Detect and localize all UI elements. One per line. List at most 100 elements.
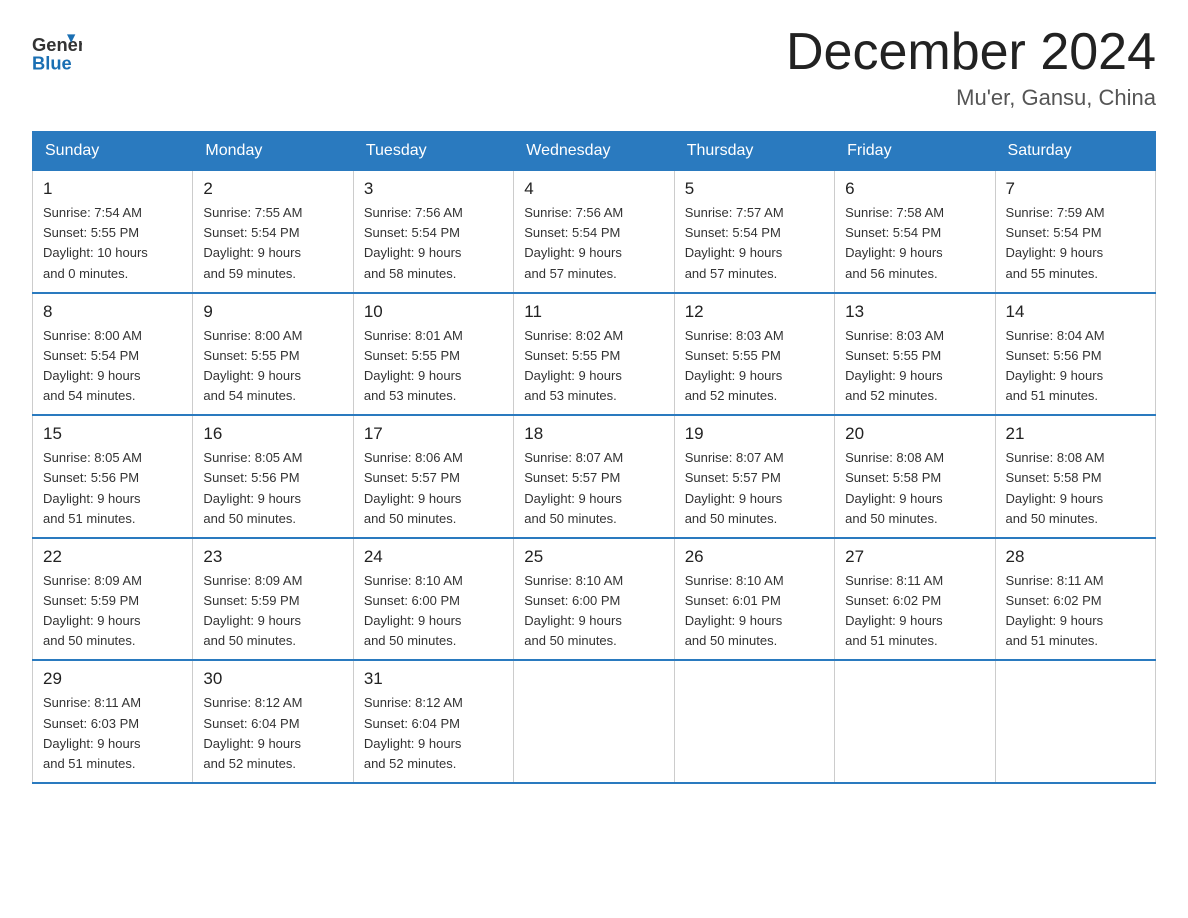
day-number: 3 xyxy=(364,179,503,199)
day-info: Sunrise: 8:01 AMSunset: 5:55 PMDaylight:… xyxy=(364,328,463,403)
table-row: 5 Sunrise: 7:57 AMSunset: 5:54 PMDayligh… xyxy=(674,171,834,293)
day-number: 22 xyxy=(43,547,182,567)
day-number: 7 xyxy=(1006,179,1145,199)
day-info: Sunrise: 8:08 AMSunset: 5:58 PMDaylight:… xyxy=(845,450,944,525)
day-info: Sunrise: 8:05 AMSunset: 5:56 PMDaylight:… xyxy=(203,450,302,525)
day-number: 14 xyxy=(1006,302,1145,322)
day-info: Sunrise: 7:59 AMSunset: 5:54 PMDaylight:… xyxy=(1006,205,1105,280)
day-number: 21 xyxy=(1006,424,1145,444)
day-number: 24 xyxy=(364,547,503,567)
table-row: 26 Sunrise: 8:10 AMSunset: 6:01 PMDaylig… xyxy=(674,538,834,661)
day-number: 4 xyxy=(524,179,663,199)
day-number: 13 xyxy=(845,302,984,322)
day-number: 31 xyxy=(364,669,503,689)
table-row: 2 Sunrise: 7:55 AMSunset: 5:54 PMDayligh… xyxy=(193,171,353,293)
day-info: Sunrise: 7:54 AMSunset: 5:55 PMDaylight:… xyxy=(43,205,148,280)
day-info: Sunrise: 8:10 AMSunset: 6:01 PMDaylight:… xyxy=(685,573,784,648)
calendar-header-row: Sunday Monday Tuesday Wednesday Thursday… xyxy=(33,132,1156,171)
day-info: Sunrise: 8:03 AMSunset: 5:55 PMDaylight:… xyxy=(845,328,944,403)
header-tuesday: Tuesday xyxy=(353,132,513,171)
day-info: Sunrise: 7:56 AMSunset: 5:54 PMDaylight:… xyxy=(524,205,623,280)
calendar-week-row: 8 Sunrise: 8:00 AMSunset: 5:54 PMDayligh… xyxy=(33,293,1156,416)
title-section: December 2024 Mu'er, Gansu, China xyxy=(786,24,1156,111)
day-number: 23 xyxy=(203,547,342,567)
day-info: Sunrise: 8:03 AMSunset: 5:55 PMDaylight:… xyxy=(685,328,784,403)
day-number: 16 xyxy=(203,424,342,444)
day-info: Sunrise: 8:11 AMSunset: 6:02 PMDaylight:… xyxy=(1006,573,1104,648)
table-row xyxy=(674,660,834,783)
calendar-week-row: 29 Sunrise: 8:11 AMSunset: 6:03 PMDaylig… xyxy=(33,660,1156,783)
day-info: Sunrise: 8:07 AMSunset: 5:57 PMDaylight:… xyxy=(524,450,623,525)
day-number: 18 xyxy=(524,424,663,444)
day-number: 25 xyxy=(524,547,663,567)
day-number: 12 xyxy=(685,302,824,322)
day-info: Sunrise: 8:05 AMSunset: 5:56 PMDaylight:… xyxy=(43,450,142,525)
table-row: 7 Sunrise: 7:59 AMSunset: 5:54 PMDayligh… xyxy=(995,171,1155,293)
day-info: Sunrise: 8:00 AMSunset: 5:55 PMDaylight:… xyxy=(203,328,302,403)
table-row: 11 Sunrise: 8:02 AMSunset: 5:55 PMDaylig… xyxy=(514,293,674,416)
calendar-table: Sunday Monday Tuesday Wednesday Thursday… xyxy=(32,131,1156,784)
day-number: 28 xyxy=(1006,547,1145,567)
day-info: Sunrise: 8:09 AMSunset: 5:59 PMDaylight:… xyxy=(43,573,142,648)
table-row: 18 Sunrise: 8:07 AMSunset: 5:57 PMDaylig… xyxy=(514,415,674,538)
table-row: 12 Sunrise: 8:03 AMSunset: 5:55 PMDaylig… xyxy=(674,293,834,416)
table-row: 28 Sunrise: 8:11 AMSunset: 6:02 PMDaylig… xyxy=(995,538,1155,661)
header-thursday: Thursday xyxy=(674,132,834,171)
header-monday: Monday xyxy=(193,132,353,171)
page-header: General Blue December 2024 Mu'er, Gansu,… xyxy=(32,24,1156,111)
table-row: 31 Sunrise: 8:12 AMSunset: 6:04 PMDaylig… xyxy=(353,660,513,783)
day-info: Sunrise: 7:58 AMSunset: 5:54 PMDaylight:… xyxy=(845,205,944,280)
day-number: 11 xyxy=(524,302,663,322)
day-info: Sunrise: 7:57 AMSunset: 5:54 PMDaylight:… xyxy=(685,205,784,280)
day-number: 9 xyxy=(203,302,342,322)
day-number: 26 xyxy=(685,547,824,567)
table-row: 16 Sunrise: 8:05 AMSunset: 5:56 PMDaylig… xyxy=(193,415,353,538)
day-info: Sunrise: 8:00 AMSunset: 5:54 PMDaylight:… xyxy=(43,328,142,403)
table-row: 30 Sunrise: 8:12 AMSunset: 6:04 PMDaylig… xyxy=(193,660,353,783)
day-info: Sunrise: 8:09 AMSunset: 5:59 PMDaylight:… xyxy=(203,573,302,648)
day-info: Sunrise: 8:12 AMSunset: 6:04 PMDaylight:… xyxy=(364,695,463,770)
day-number: 6 xyxy=(845,179,984,199)
table-row: 6 Sunrise: 7:58 AMSunset: 5:54 PMDayligh… xyxy=(835,171,995,293)
day-info: Sunrise: 8:11 AMSunset: 6:02 PMDaylight:… xyxy=(845,573,943,648)
day-info: Sunrise: 8:07 AMSunset: 5:57 PMDaylight:… xyxy=(685,450,784,525)
day-info: Sunrise: 8:10 AMSunset: 6:00 PMDaylight:… xyxy=(364,573,463,648)
header-wednesday: Wednesday xyxy=(514,132,674,171)
day-number: 8 xyxy=(43,302,182,322)
table-row: 9 Sunrise: 8:00 AMSunset: 5:55 PMDayligh… xyxy=(193,293,353,416)
day-number: 19 xyxy=(685,424,824,444)
day-info: Sunrise: 8:10 AMSunset: 6:00 PMDaylight:… xyxy=(524,573,623,648)
table-row: 20 Sunrise: 8:08 AMSunset: 5:58 PMDaylig… xyxy=(835,415,995,538)
table-row: 23 Sunrise: 8:09 AMSunset: 5:59 PMDaylig… xyxy=(193,538,353,661)
table-row xyxy=(995,660,1155,783)
svg-text:Blue: Blue xyxy=(32,52,72,73)
day-info: Sunrise: 7:55 AMSunset: 5:54 PMDaylight:… xyxy=(203,205,302,280)
table-row xyxy=(514,660,674,783)
table-row: 17 Sunrise: 8:06 AMSunset: 5:57 PMDaylig… xyxy=(353,415,513,538)
header-friday: Friday xyxy=(835,132,995,171)
table-row: 14 Sunrise: 8:04 AMSunset: 5:56 PMDaylig… xyxy=(995,293,1155,416)
day-info: Sunrise: 7:56 AMSunset: 5:54 PMDaylight:… xyxy=(364,205,463,280)
calendar-week-row: 15 Sunrise: 8:05 AMSunset: 5:56 PMDaylig… xyxy=(33,415,1156,538)
table-row xyxy=(835,660,995,783)
day-number: 15 xyxy=(43,424,182,444)
page-title: December 2024 xyxy=(786,24,1156,81)
logo: General Blue xyxy=(32,24,88,74)
day-number: 5 xyxy=(685,179,824,199)
day-number: 10 xyxy=(364,302,503,322)
table-row: 27 Sunrise: 8:11 AMSunset: 6:02 PMDaylig… xyxy=(835,538,995,661)
day-number: 30 xyxy=(203,669,342,689)
calendar-week-row: 1 Sunrise: 7:54 AMSunset: 5:55 PMDayligh… xyxy=(33,171,1156,293)
table-row: 29 Sunrise: 8:11 AMSunset: 6:03 PMDaylig… xyxy=(33,660,193,783)
header-sunday: Sunday xyxy=(33,132,193,171)
table-row: 22 Sunrise: 8:09 AMSunset: 5:59 PMDaylig… xyxy=(33,538,193,661)
header-saturday: Saturday xyxy=(995,132,1155,171)
table-row: 10 Sunrise: 8:01 AMSunset: 5:55 PMDaylig… xyxy=(353,293,513,416)
day-number: 20 xyxy=(845,424,984,444)
day-number: 2 xyxy=(203,179,342,199)
table-row: 1 Sunrise: 7:54 AMSunset: 5:55 PMDayligh… xyxy=(33,171,193,293)
table-row: 13 Sunrise: 8:03 AMSunset: 5:55 PMDaylig… xyxy=(835,293,995,416)
page-subtitle: Mu'er, Gansu, China xyxy=(786,85,1156,111)
table-row: 25 Sunrise: 8:10 AMSunset: 6:00 PMDaylig… xyxy=(514,538,674,661)
day-info: Sunrise: 8:11 AMSunset: 6:03 PMDaylight:… xyxy=(43,695,141,770)
